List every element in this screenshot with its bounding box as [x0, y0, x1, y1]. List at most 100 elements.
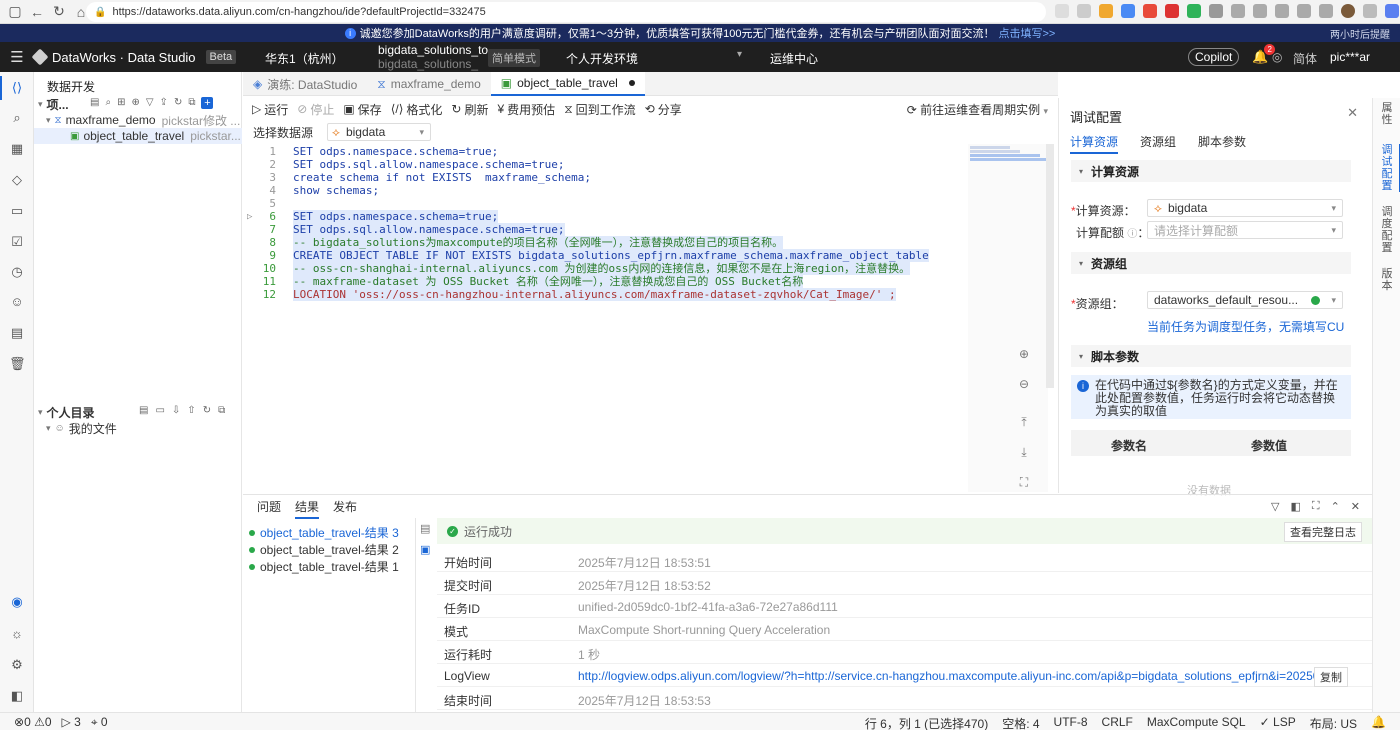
- history-icon[interactable]: [1275, 4, 1289, 18]
- tree-icon[interactable]: ⊞: [117, 97, 125, 109]
- tab-script-params[interactable]: 脚本参数: [1198, 133, 1246, 154]
- favorites-icon[interactable]: [1253, 4, 1267, 18]
- split-icon[interactable]: ◧: [1290, 500, 1300, 513]
- encoding-setting[interactable]: UTF-8: [1054, 715, 1088, 730]
- tree-item-object-table-travel[interactable]: ▣ object_table_travel pickstar...: [34, 128, 242, 144]
- close-icon[interactable]: ✕: [1347, 105, 1358, 121]
- address-bar[interactable]: 🔒 https://dataworks.data.aliyun.com/cn-h…: [86, 2, 1046, 22]
- split-screen-icon[interactable]: [1231, 4, 1245, 18]
- extensions-puzzle-icon[interactable]: [1209, 4, 1223, 18]
- theme-sun-icon[interactable]: ☼: [9, 626, 25, 642]
- copilot-side-icon[interactable]: ◉: [9, 594, 25, 610]
- filter-icon[interactable]: ▽: [146, 97, 154, 109]
- download-icon[interactable]: [1319, 4, 1333, 18]
- bell-icon[interactable]: 🔔 2: [1252, 44, 1276, 65]
- estimate-button[interactable]: ¥ 费用预估: [497, 101, 555, 118]
- cursor-position[interactable]: 行 6，列 1 (已选择470): [865, 715, 988, 730]
- checklist-icon[interactable]: ☑: [9, 234, 25, 250]
- data-map-icon[interactable]: ⌕: [9, 110, 25, 126]
- resource-group-select[interactable]: dataworks_default_resou... ▾: [1147, 291, 1343, 309]
- extension-icon-5[interactable]: [1187, 4, 1201, 18]
- extension-icon-3[interactable]: [1143, 4, 1157, 18]
- fullscreen-icon[interactable]: ⛶: [1312, 500, 1320, 513]
- quota-select[interactable]: 请选择计算配额 ▾: [1147, 221, 1343, 239]
- heart-icon[interactable]: [1297, 4, 1311, 18]
- new-file-icon[interactable]: ▤: [139, 405, 148, 416]
- share-button[interactable]: ⟲ 分享: [645, 101, 682, 118]
- result-item[interactable]: object_table_travel-结果 1: [249, 558, 399, 575]
- zoom-in-icon[interactable]: ⊕: [1014, 344, 1034, 364]
- profile-avatar[interactable]: [1341, 4, 1355, 18]
- tab-maxframe-demo[interactable]: ⧖ maxframe_demo: [367, 72, 490, 96]
- tab-compute[interactable]: 计算资源: [1070, 133, 1119, 154]
- refresh-button[interactable]: ↻ 刷新: [451, 101, 488, 118]
- workspace-selector[interactable]: bigdata_solutions_to bigdata_solutions_: [378, 43, 488, 71]
- result-item[interactable]: object_table_travel-结果 3: [249, 524, 399, 541]
- tab-debug-config[interactable]: 调试配置: [1380, 144, 1400, 192]
- refresh-icon[interactable]: ↻: [203, 405, 211, 416]
- back-icon[interactable]: ←: [26, 1, 48, 23]
- help-icon[interactable]: ◎: [1272, 50, 1282, 64]
- refresh-icon[interactable]: ↻: [174, 97, 182, 109]
- problems-indicator[interactable]: ⊗0 ⚠0: [14, 715, 52, 730]
- user-menu[interactable]: pic***ar: [1330, 50, 1370, 64]
- terminal-icon[interactable]: ▤: [9, 325, 25, 341]
- menu-icon[interactable]: ☰: [0, 48, 34, 66]
- tab-version[interactable]: 版本: [1380, 268, 1394, 292]
- language-mode[interactable]: MaxCompute SQL: [1147, 715, 1246, 730]
- tree-item-my-files[interactable]: ▾ ☺ 我的文件: [34, 420, 242, 436]
- code-minimap[interactable]: [968, 144, 1048, 492]
- region-selector[interactable]: 华东1（杭州）: [265, 50, 344, 67]
- view-full-log-button[interactable]: 查看完整日志: [1284, 522, 1362, 542]
- search-icon[interactable]: ⌕: [105, 97, 111, 109]
- copy-button[interactable]: 复制: [1314, 667, 1348, 687]
- eol-setting[interactable]: CRLF: [1102, 715, 1133, 730]
- log-view-icon[interactable]: ▤: [420, 522, 434, 535]
- notification-bell-icon[interactable]: 🔔: [1371, 715, 1386, 730]
- unsaved-dot-icon[interactable]: [628, 80, 635, 86]
- tab-results[interactable]: 结果: [295, 495, 320, 519]
- compute-section-header[interactable]: ▾ 计算资源: [1071, 160, 1351, 182]
- script-params-section-header[interactable]: ▾ 脚本参数: [1071, 345, 1351, 367]
- save-button[interactable]: ▣ 保存: [343, 101, 381, 118]
- extension-icon-4[interactable]: [1165, 4, 1179, 18]
- reader-icon[interactable]: [1055, 4, 1069, 18]
- lsp-indicator[interactable]: ✓ LSP: [1260, 715, 1296, 730]
- language-selector[interactable]: 简体: [1293, 50, 1317, 67]
- extension-icon-1[interactable]: [1099, 4, 1113, 18]
- back-to-workflow-button[interactable]: ⧖ 回到工作流: [564, 101, 635, 118]
- editor-scrollbar[interactable]: [1046, 144, 1054, 388]
- extension-plugin-icon[interactable]: ◇: [9, 172, 25, 188]
- import-icon[interactable]: ⇩: [172, 405, 180, 416]
- run-button[interactable]: ▷ 运行: [252, 101, 288, 118]
- tab-problems[interactable]: 问题: [257, 495, 281, 519]
- tab-resource-group[interactable]: 资源组: [1140, 133, 1176, 154]
- code-dev-icon[interactable]: ⟨⟩: [0, 76, 25, 100]
- datasource-select[interactable]: ⟡ bigdata ▾: [327, 123, 431, 141]
- clock-icon[interactable]: ◷: [9, 264, 25, 280]
- filter-icon[interactable]: ▽: [1271, 500, 1279, 513]
- logview-link[interactable]: http://logview.odps.aliyun.com/logview/?…: [578, 669, 1338, 683]
- favorite-icon[interactable]: [1077, 4, 1091, 18]
- goto-ops-button[interactable]: ⟳ 前往运维查看周期实例 ▾: [907, 101, 1048, 118]
- export-icon[interactable]: ⇪: [160, 97, 168, 109]
- ops-center-link[interactable]: 运维中心: [770, 50, 818, 67]
- add-button[interactable]: +: [201, 97, 214, 109]
- reload-icon[interactable]: ↻: [48, 1, 70, 23]
- tab-datastudio[interactable]: ◈ 演练: DataStudio: [243, 72, 367, 96]
- close-icon[interactable]: ✕: [1351, 500, 1360, 513]
- extension-icon-2[interactable]: [1121, 4, 1135, 18]
- help-circle-icon[interactable]: ⓘ: [1127, 229, 1137, 240]
- compute-select[interactable]: ⟡ bigdata ▾: [1147, 199, 1343, 217]
- collapse-icon[interactable]: ⧉: [218, 405, 225, 416]
- chevron-up-icon[interactable]: ⌃: [1331, 500, 1340, 513]
- chevron-down-icon[interactable]: ▾: [737, 49, 742, 60]
- keyboard-layout[interactable]: 布局: US: [1310, 715, 1357, 730]
- gear-icon[interactable]: ⚙: [9, 657, 25, 673]
- tree-item-maxframe-demo[interactable]: ▾ ⧖ maxframe_demo pickstar修改 ...: [34, 112, 242, 128]
- flags-indicator[interactable]: ⌖ 0: [91, 715, 108, 730]
- more-icon[interactable]: [1363, 4, 1377, 18]
- scroll-top-icon[interactable]: ⤒: [1014, 412, 1034, 432]
- trash-icon[interactable]: 🗑: [9, 356, 26, 372]
- target-icon[interactable]: ⊕: [131, 97, 139, 109]
